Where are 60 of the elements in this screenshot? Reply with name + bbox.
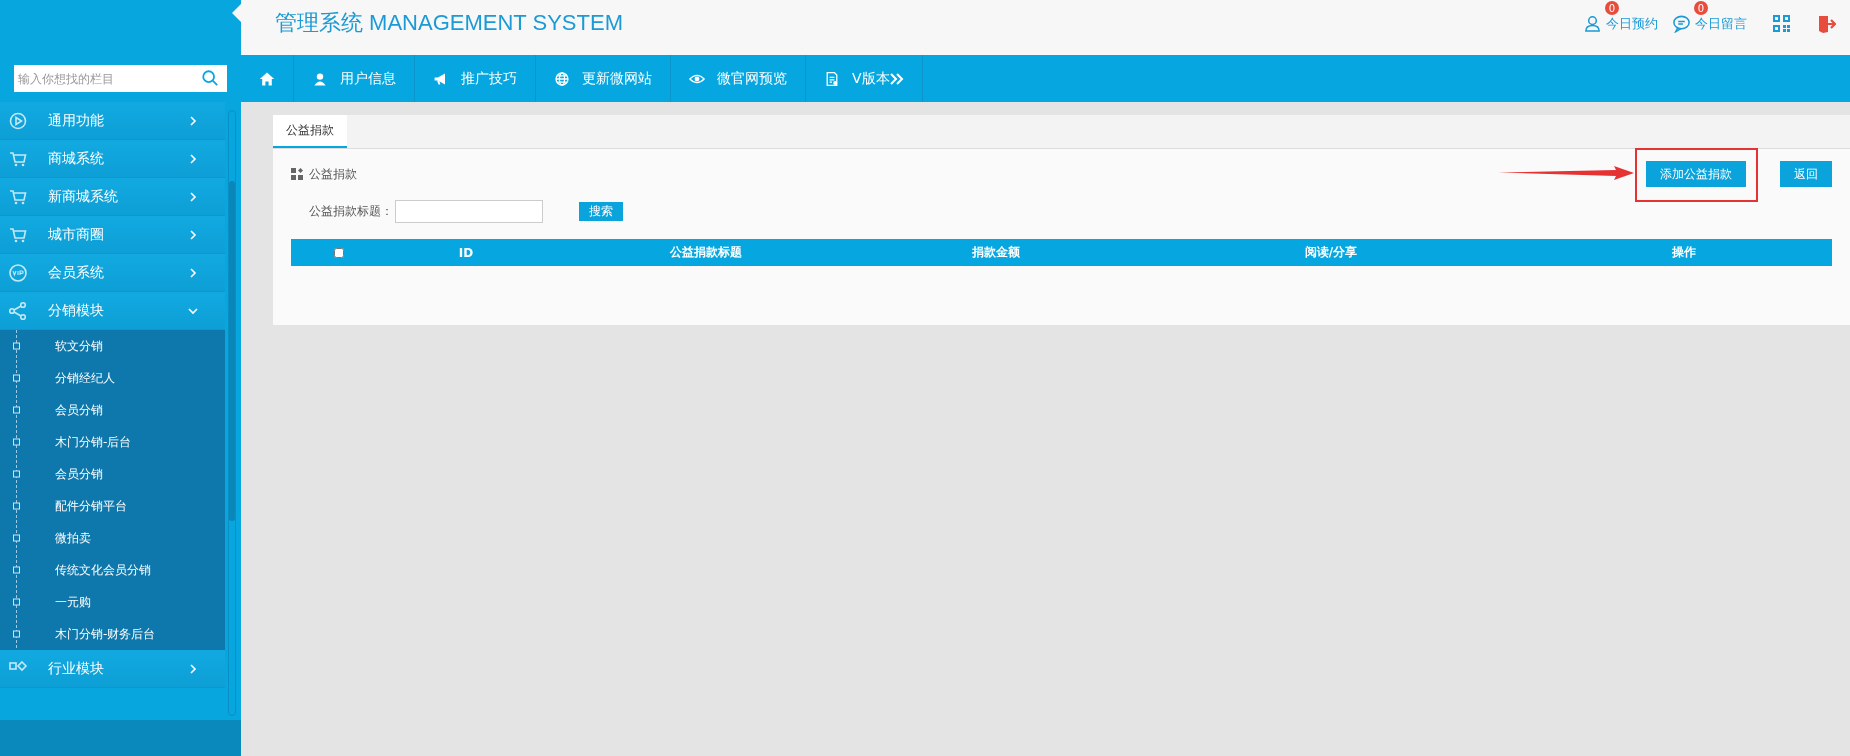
search-field[interactable]: 输入你想找的栏目	[14, 65, 227, 92]
sidebar-group[interactable]: 会员系统	[0, 254, 225, 292]
sidebar-item[interactable]: 软文分销	[55, 337, 103, 355]
vip-icon	[8, 262, 28, 283]
sidebar-item[interactable]: 配件分销平台	[55, 497, 127, 515]
sidebar-item[interactable]: 木门分销-后台	[55, 433, 132, 451]
nav-tab[interactable]: 更新微网站	[536, 55, 671, 102]
sidebar-group[interactable]: 行业模块	[0, 650, 225, 688]
share-icon	[8, 300, 28, 321]
user-icon	[1583, 14, 1602, 33]
user-icon	[312, 70, 328, 87]
nav-tab[interactable]: 微官网预览	[671, 55, 806, 102]
search-icon[interactable]	[201, 69, 219, 87]
sidebar-group[interactable]: 分销模块	[0, 292, 225, 330]
filter-label: 公益捐款标题：	[309, 202, 393, 220]
column-header: ID	[457, 245, 475, 260]
exit-icon[interactable]	[1818, 14, 1836, 33]
document-icon	[824, 70, 840, 87]
chevron-right-icon	[187, 114, 199, 127]
app-title: 管理系统 MANAGEMENT SYSTEM	[275, 9, 624, 37]
select-all-checkbox[interactable]	[333, 247, 344, 258]
column-header: 阅读/分享	[1303, 244, 1359, 261]
sidebar-item[interactable]: 木门分销-财务后台	[55, 625, 156, 643]
chat-icon	[1672, 14, 1691, 33]
chevron-right-icon	[187, 228, 199, 241]
sidebar-group[interactable]: 城市商圈	[0, 216, 225, 254]
chevron-right-icon	[187, 190, 199, 203]
header-link[interactable]: 今日留言	[1672, 14, 1747, 33]
header-link[interactable]: 今日预约	[1583, 14, 1658, 33]
globe-icon	[554, 70, 570, 87]
sidebar-group[interactable]: 通用功能	[0, 102, 225, 140]
grid-icon	[291, 168, 303, 180]
sidebar-item[interactable]: 传统文化会员分销	[55, 561, 151, 579]
nav-tab[interactable]: 用户信息	[294, 55, 415, 102]
chevron-right-icon	[187, 266, 199, 279]
chevron-right-icon	[187, 152, 199, 165]
sidebar-item[interactable]: 一元购	[55, 593, 91, 611]
count-badge: 0	[1605, 1, 1619, 15]
back-button[interactable]: 返回	[1780, 161, 1832, 187]
column-header: 操作	[1671, 244, 1697, 261]
panel-title: 公益捐款	[309, 165, 357, 183]
add-button[interactable]: 添加公益捐款	[1646, 161, 1746, 187]
title-input[interactable]	[395, 199, 543, 223]
home-icon	[259, 70, 275, 87]
column-header: 捐款金额	[971, 244, 1021, 261]
page-tab[interactable]: 公益捐款	[273, 115, 347, 148]
sidebar-item[interactable]: 分销经纪人	[55, 369, 115, 387]
chevron-right-icon	[187, 662, 199, 675]
search-button[interactable]: 搜索	[579, 201, 623, 221]
sidebar-group[interactable]: 商城系统	[0, 140, 225, 178]
qr-code-icon[interactable]	[1773, 15, 1790, 32]
nav-tab[interactable]: V版本	[806, 55, 923, 102]
count-badge: 0	[1694, 1, 1708, 15]
sidebar-item[interactable]: 会员分销	[55, 401, 103, 419]
sidebar-item[interactable]: 微拍卖	[55, 529, 91, 547]
sidebar-item[interactable]: 会员分销	[55, 465, 103, 483]
play-icon	[8, 110, 28, 131]
column-header: 公益捐款标题	[669, 244, 743, 261]
sidebar-group[interactable]: 新商城系统	[0, 178, 225, 216]
nav-tab[interactable]: 推广技巧	[415, 55, 536, 102]
